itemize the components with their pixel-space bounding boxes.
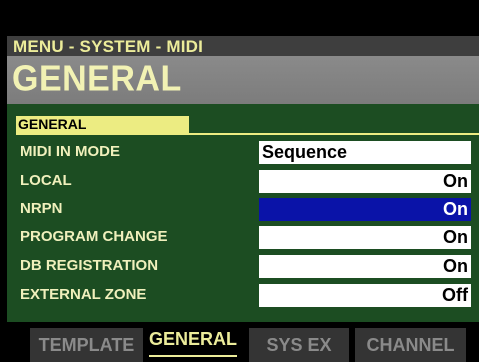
- tab-channel-label: CHANNEL: [366, 335, 455, 355]
- breadcrumb: MENU - SYSTEM - MIDI: [13, 37, 204, 56]
- tab-general[interactable]: GENERAL: [143, 324, 243, 362]
- tab-channel[interactable]: CHANNEL: [355, 328, 466, 362]
- section-label: GENERAL: [16, 116, 189, 133]
- active-tab-underline: [149, 355, 237, 357]
- header: MENU - SYSTEM - MIDI GENERAL: [7, 36, 479, 104]
- row-label-db-registration: DB REGISTRATION: [20, 257, 159, 274]
- db-registration-value[interactable]: On: [259, 255, 471, 278]
- tab-template-label: TEMPLATE: [38, 335, 135, 355]
- row-label-local: LOCAL: [20, 172, 72, 189]
- settings-panel: GENERAL MIDI IN MODE Sequence LOCAL On N…: [7, 104, 479, 322]
- local-value[interactable]: On: [259, 170, 471, 193]
- tab-sys-ex[interactable]: SYS EX: [249, 328, 349, 362]
- midi-in-mode-value[interactable]: Sequence: [259, 141, 471, 164]
- tab-bar: TEMPLATE GENERAL SYS EX CHANNEL: [7, 322, 479, 362]
- page-title: GENERAL: [12, 59, 182, 99]
- external-zone-value[interactable]: Off: [259, 284, 471, 307]
- row-label-program-change: PROGRAM CHANGE: [20, 228, 168, 245]
- row-label-midi-in-mode: MIDI IN MODE: [20, 143, 120, 160]
- program-change-value[interactable]: On: [259, 226, 471, 249]
- tab-sys-ex-label: SYS EX: [266, 335, 332, 355]
- section-divider: [16, 133, 479, 135]
- top-band: [0, 0, 479, 36]
- nrpn-value[interactable]: On: [259, 198, 471, 221]
- tab-general-label: GENERAL: [148, 329, 237, 349]
- row-label-nrpn: NRPN: [20, 200, 63, 217]
- row-label-external-zone: EXTERNAL ZONE: [20, 286, 147, 303]
- display-screen: MENU - SYSTEM - MIDI GENERAL GENERAL MID…: [0, 0, 479, 362]
- tab-template[interactable]: TEMPLATE: [30, 328, 143, 362]
